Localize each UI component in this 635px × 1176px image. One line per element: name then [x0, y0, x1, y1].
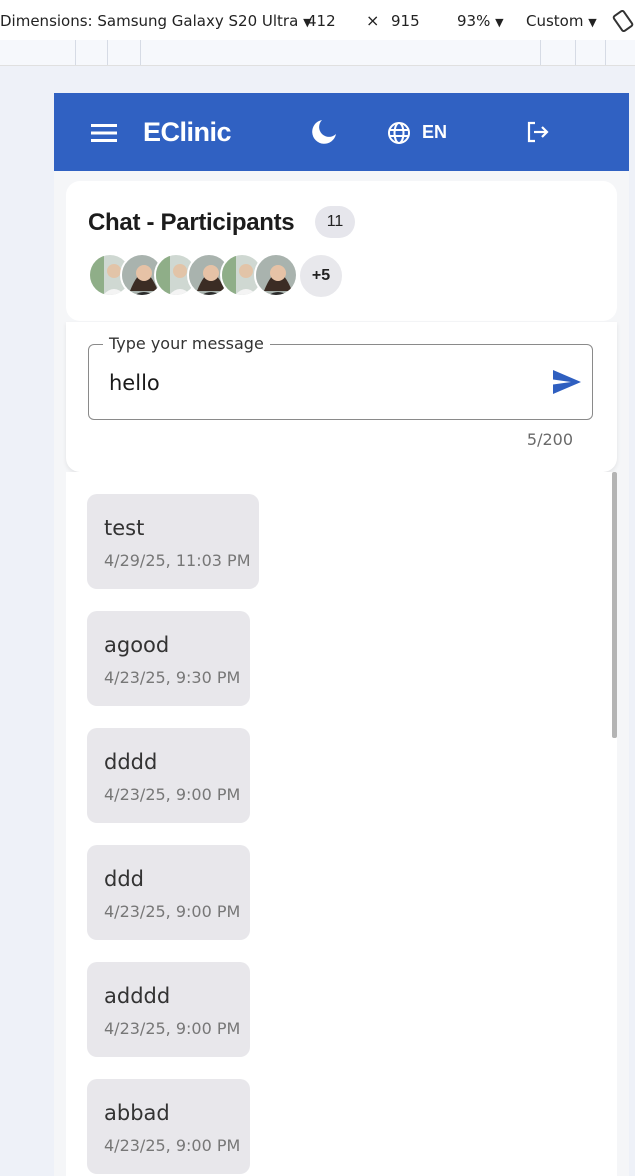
message-list[interactable]: test 4/29/25, 11:03 PM agood 4/23/25, 9:… [66, 472, 617, 1176]
globe-icon[interactable] [387, 121, 411, 145]
scrollbar[interactable] [612, 472, 617, 738]
message-text: dddd [104, 750, 158, 774]
avatar[interactable] [254, 253, 298, 297]
menu-icon[interactable] [91, 123, 117, 143]
message-text: test [104, 516, 145, 540]
logout-icon[interactable] [526, 121, 550, 143]
message-text: ddd [104, 867, 144, 891]
devtools-toolbar: Dimensions: Samsung Galaxy S20 Ultra ▼ 4… [0, 0, 635, 41]
message-input-label: Type your message [103, 334, 270, 353]
message-bubble[interactable]: ddd 4/23/25, 9:00 PM [87, 845, 250, 940]
message-bubble[interactable]: dddd 4/23/25, 9:00 PM [87, 728, 250, 823]
message-timestamp: 4/23/25, 9:00 PM [104, 902, 241, 921]
app-viewport: EClinic EN Chat - Participants 11 +5 Typ… [54, 93, 629, 1176]
width-input[interactable]: 412 [307, 12, 336, 30]
message-timestamp: 4/23/25, 9:30 PM [104, 668, 241, 687]
message-text: agood [104, 633, 170, 657]
participant-count-badge: 11 [315, 206, 355, 238]
char-counter: 5/200 [526, 430, 573, 449]
rotate-icon[interactable] [612, 9, 634, 33]
message-timestamp: 4/23/25, 9:00 PM [104, 1019, 241, 1038]
ruler-bar [0, 40, 635, 66]
message-bubble[interactable]: adddd 4/23/25, 9:00 PM [87, 962, 250, 1057]
times-label: × [366, 11, 380, 30]
message-timestamp: 4/23/25, 9:00 PM [104, 785, 241, 804]
language-selector[interactable]: EN [422, 122, 447, 143]
caret-down-icon: ▼ [588, 16, 597, 29]
height-input[interactable]: 915 [391, 12, 420, 30]
moon-icon[interactable] [311, 119, 337, 145]
chat-header-card: Chat - Participants 11 +5 [66, 181, 617, 321]
message-timestamp: 4/29/25, 11:03 PM [104, 551, 251, 570]
message-text: adddd [104, 984, 171, 1008]
brand-title[interactable]: EClinic [143, 117, 232, 148]
chat-title: Chat - Participants [88, 209, 295, 236]
zoom-select[interactable]: 93% ▼ [457, 12, 504, 30]
more-participants-badge[interactable]: +5 [298, 253, 344, 299]
device-select[interactable]: Dimensions: Samsung Galaxy S20 Ultra ▼ [0, 12, 312, 30]
message-bubble[interactable]: test 4/29/25, 11:03 PM [87, 494, 259, 589]
message-input[interactable]: Type your message hello [88, 334, 593, 420]
caret-down-icon: ▼ [495, 16, 504, 29]
app-header: EClinic EN [54, 93, 629, 171]
message-input-value[interactable]: hello [109, 371, 160, 395]
send-icon[interactable] [552, 369, 582, 395]
message-bubble[interactable]: abbad 4/23/25, 9:00 PM [87, 1079, 250, 1174]
message-text: abbad [104, 1101, 170, 1125]
message-timestamp: 4/23/25, 9:00 PM [104, 1136, 241, 1155]
throttle-select[interactable]: Custom ▼ [526, 12, 597, 30]
composer-card: Type your message hello 5/200 [66, 322, 617, 472]
message-bubble[interactable]: agood 4/23/25, 9:30 PM [87, 611, 250, 706]
